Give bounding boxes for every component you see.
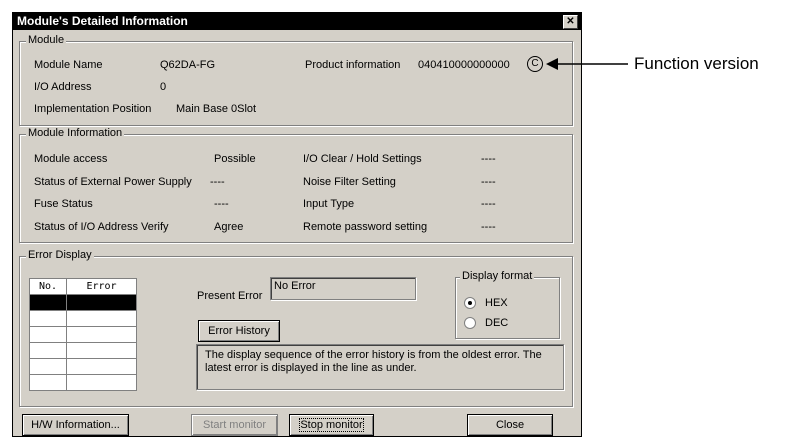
product-info-label: Product information [305, 59, 401, 71]
title-bar: Module's Detailed Information ✕ [13, 13, 581, 30]
module-group: Module Module Name Q62DA-FG I/O Address … [19, 34, 573, 126]
hex-label: HEX [485, 297, 508, 309]
table-row[interactable] [29, 310, 137, 327]
error-display-legend: Error Display [26, 249, 94, 261]
error-display-group: Error Display No. Error Present Error No… [19, 249, 573, 407]
info-left-value-2: ---- [214, 198, 229, 210]
info-left-value-3: Agree [214, 221, 244, 233]
module-name-label: Module Name [34, 59, 103, 71]
error-table-header: No. Error [29, 278, 137, 295]
close-button[interactable]: Close [467, 414, 553, 436]
info-right-label-1: Noise Filter Setting [303, 176, 396, 188]
table-row[interactable] [29, 358, 137, 375]
product-info-value: 040410000000000 [418, 59, 510, 71]
hex-radio[interactable] [464, 297, 476, 309]
info-left-value-0: Possible [214, 153, 256, 165]
stop-monitor-button[interactable]: Stop monitor [289, 414, 374, 436]
hw-information-button[interactable]: H/W Information... [22, 414, 129, 436]
dec-radio[interactable] [464, 317, 476, 329]
impl-position-value: Main Base 0Slot [176, 103, 257, 115]
present-error-field: No Error [270, 277, 416, 300]
module-info-group: Module Information Module access Possibl… [19, 127, 573, 243]
info-left-label-3: Status of I/O Address Verify [34, 221, 169, 233]
info-right-value-2: ---- [481, 198, 496, 210]
info-right-label-2: Input Type [303, 198, 355, 210]
info-left-label-1: Status of External Power Supply [34, 176, 192, 188]
info-right-value-1: ---- [481, 176, 496, 188]
error-history-table[interactable]: No. Error [29, 278, 137, 391]
display-format-legend: Display format [460, 270, 535, 282]
module-group-legend: Module [26, 34, 67, 46]
info-right-label-3: Remote password setting [303, 221, 428, 233]
present-error-label: Present Error [197, 290, 263, 302]
io-address-label: I/O Address [34, 81, 92, 93]
module-detail-dialog: Module's Detailed Information ✕ Module M… [12, 12, 582, 437]
error-history-button[interactable]: Error History [198, 320, 280, 342]
table-row[interactable] [29, 342, 137, 359]
error-history-note: The display sequence of the error histor… [196, 344, 564, 390]
dec-label: DEC [485, 317, 509, 329]
error-col-error: Error [66, 278, 137, 295]
module-name-value: Q62DA-FG [160, 59, 216, 71]
info-left-value-1: ---- [210, 176, 225, 188]
module-info-legend: Module Information [26, 127, 125, 139]
error-col-no: No. [29, 278, 67, 295]
function-version-badge: C [527, 56, 543, 72]
info-right-label-0: I/O Clear / Hold Settings [303, 153, 422, 165]
info-right-value-0: ---- [481, 153, 496, 165]
annotation-label: Function version [634, 54, 759, 73]
info-left-label-2: Fuse Status [34, 198, 93, 210]
info-right-value-3: ---- [481, 221, 496, 233]
window-title: Module's Detailed Information [17, 14, 188, 28]
io-address-value: 0 [160, 81, 167, 93]
table-row[interactable] [29, 374, 137, 391]
table-row[interactable] [29, 326, 137, 343]
start-monitor-button[interactable]: Start monitor [191, 414, 278, 436]
info-left-label-0: Module access [34, 153, 108, 165]
display-format-group: Display format HEX DEC [455, 270, 560, 339]
close-icon[interactable]: ✕ [563, 15, 578, 29]
impl-position-label: Implementation Position [34, 103, 152, 115]
table-row[interactable] [29, 294, 137, 311]
